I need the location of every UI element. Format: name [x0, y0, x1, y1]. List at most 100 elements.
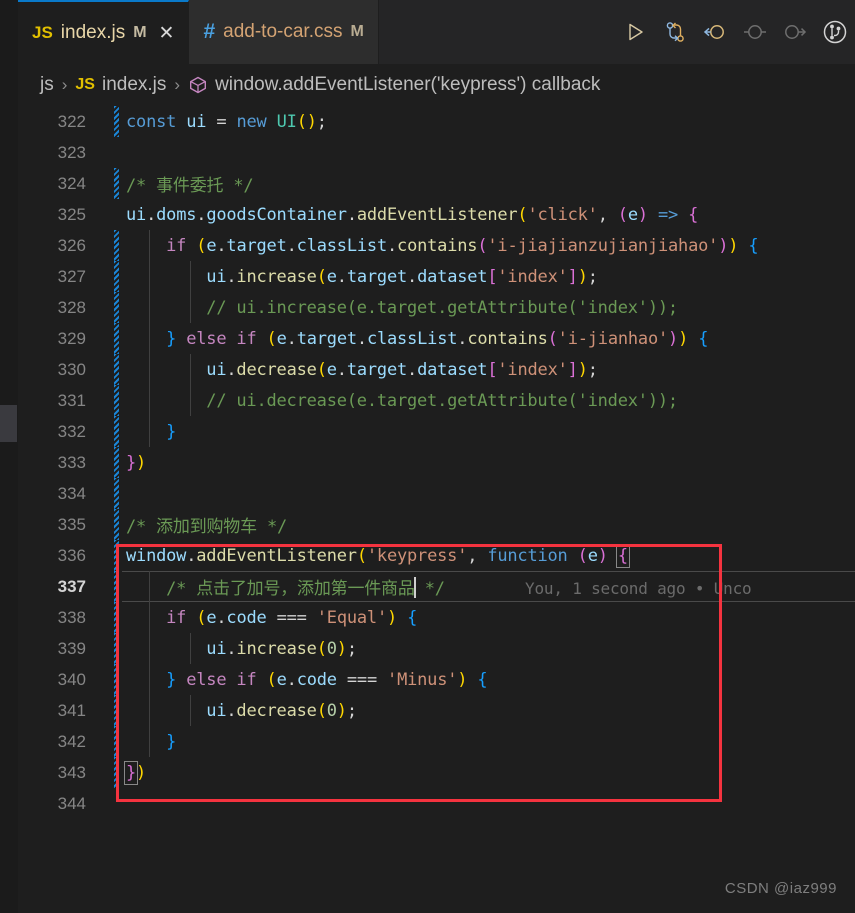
git-modified-marker	[114, 168, 119, 199]
tab-dirty-flag: M	[133, 24, 147, 41]
git-modified-marker	[114, 354, 119, 385]
line-number: 339	[57, 638, 86, 658]
code-text: window.addEventListener('keypress', func…	[126, 543, 630, 568]
git-modified-marker	[114, 664, 119, 695]
source-control-button[interactable]	[817, 14, 853, 50]
git-modified-marker	[114, 323, 119, 354]
line-number: 336	[57, 545, 86, 565]
code-text: }	[166, 421, 177, 442]
breadcrumb-item-folder[interactable]: js	[40, 74, 54, 96]
step-into-button[interactable]	[777, 14, 813, 50]
code-text: } else if (e.code === 'Minus') {	[166, 669, 488, 690]
watermark: CSDN @iaz999	[724, 880, 837, 897]
code-line[interactable]: 324 /* 事件委托 */	[18, 168, 855, 199]
line-number: 326	[57, 235, 86, 255]
code-line[interactable]: 338 if (e.code === 'Equal') {	[18, 602, 855, 633]
git-modified-marker	[114, 571, 119, 602]
line-number: 331	[57, 390, 86, 410]
code-line[interactable]: 331 // ui.decrease(e.target.getAttribute…	[18, 385, 855, 416]
git-blame-annotation: You, 1 second ago • Unco	[525, 579, 752, 598]
code-text: }	[166, 731, 177, 752]
code-text: ui.decrease(0);	[206, 700, 357, 721]
left-edge-strip	[0, 0, 18, 913]
code-text: ui.doms.goodsContainer.addEventListener(…	[126, 204, 699, 225]
breadcrumb-item-symbol[interactable]: window.addEventListener('keypress') call…	[215, 74, 600, 96]
code-text: ui.increase(e.target.dataset['index']);	[206, 266, 598, 287]
code-line[interactable]: 322 const ui = new UI();	[18, 106, 855, 137]
line-number: 343	[57, 762, 86, 782]
line-number: 340	[57, 669, 86, 689]
code-text: const ui = new UI();	[126, 111, 327, 132]
line-number: 327	[57, 266, 86, 286]
code-line[interactable]: 339 ui.increase(0);	[18, 633, 855, 664]
git-modified-marker	[114, 385, 119, 416]
code-text: if (e.code === 'Equal') {	[166, 607, 418, 628]
line-number: 333	[57, 452, 86, 472]
breadcrumb-item-file[interactable]: index.js	[102, 74, 166, 96]
line-number: 322	[57, 111, 86, 131]
vertical-scrollbar-thumb[interactable]	[0, 405, 17, 442]
code-text: } else if (e.target.classList.contains('…	[166, 328, 709, 349]
code-line[interactable]: 340 } else if (e.code === 'Minus') {	[18, 664, 855, 695]
line-number: 337	[57, 576, 86, 596]
git-modified-marker	[114, 230, 119, 261]
code-line[interactable]: 343 })	[18, 757, 855, 788]
run-and-debug-button[interactable]	[657, 14, 693, 50]
code-line[interactable]: 334	[18, 478, 855, 509]
close-icon[interactable]: ✕	[159, 24, 175, 43]
code-line[interactable]: 332 }	[18, 416, 855, 447]
symbol-function-icon	[188, 75, 208, 95]
code-line[interactable]: 333 })	[18, 447, 855, 478]
code-text: })	[123, 760, 147, 785]
code-text: /* 事件委托 */	[126, 176, 254, 196]
code-text: ui.decrease(e.target.dataset['index']);	[206, 359, 598, 380]
step-over-button[interactable]	[737, 14, 773, 50]
js-file-icon: JS	[32, 23, 53, 42]
code-text: /* 添加到购物车 */	[126, 517, 288, 537]
tab-index-js[interactable]: JS index.js M ✕	[18, 0, 190, 64]
code-text: })	[126, 452, 147, 473]
line-number: 341	[57, 700, 86, 720]
code-line[interactable]: 323	[18, 137, 855, 168]
tab-dirty-flag: M	[350, 23, 364, 40]
git-modified-marker	[114, 292, 119, 323]
code-line[interactable]: 329 } else if (e.target.classList.contai…	[18, 323, 855, 354]
line-number: 332	[57, 421, 86, 441]
git-modified-marker	[114, 757, 119, 788]
code-text: /* 点击了加号，添加第一件商品 */ You, 1 second ago • …	[126, 577, 752, 599]
code-text: // ui.increase(e.target.getAttribute('in…	[126, 297, 678, 318]
code-line[interactable]: 325 ui.doms.goodsContainer.addEventListe…	[18, 199, 855, 230]
line-number: 325	[57, 204, 86, 224]
git-modified-marker	[114, 726, 119, 757]
code-text: if (e.target.classList.contains('i-jiaji…	[166, 235, 759, 256]
code-line[interactable]: 342 }	[18, 726, 855, 757]
chevron-right-icon: ›	[174, 75, 181, 94]
code-line[interactable]: 336 window.addEventListener('keypress', …	[18, 540, 855, 571]
editor-tab-bar: JS index.js M ✕ # add-to-car.css M	[18, 0, 855, 64]
code-line[interactable]: 341 ui.decrease(0);	[18, 695, 855, 726]
code-line[interactable]: 326 if (e.target.classList.contains('i-j…	[18, 230, 855, 261]
code-line-current[interactable]: 337 /* 点击了加号，添加第一件商品 */ You, 1 second ag…	[18, 571, 855, 602]
git-modified-marker	[114, 106, 119, 137]
line-number: 328	[57, 297, 86, 317]
code-editor[interactable]: 322 const ui = new UI(); 323 324 /* 事件委托…	[18, 106, 855, 913]
line-number: 330	[57, 359, 86, 379]
git-modified-marker	[114, 478, 119, 509]
line-number: 344	[57, 793, 86, 813]
tab-label: add-to-car.css	[223, 21, 343, 42]
code-line[interactable]: 327 ui.increase(e.target.dataset['index'…	[18, 261, 855, 292]
tab-label: index.js	[60, 22, 126, 43]
step-back-button[interactable]	[697, 14, 733, 50]
editor-actions-toolbar	[617, 0, 855, 64]
line-number: 334	[57, 483, 86, 503]
line-number: 338	[57, 607, 86, 627]
chevron-right-icon: ›	[61, 75, 68, 94]
tab-add-to-car-css[interactable]: # add-to-car.css M	[189, 0, 379, 64]
line-number: 329	[57, 328, 86, 348]
run-button[interactable]	[617, 14, 653, 50]
code-line[interactable]: 335 /* 添加到购物车 */	[18, 509, 855, 540]
code-line[interactable]: 330 ui.decrease(e.target.dataset['index'…	[18, 354, 855, 385]
code-line[interactable]: 344	[18, 788, 855, 819]
code-line[interactable]: 328 // ui.increase(e.target.getAttribute…	[18, 292, 855, 323]
line-number: 342	[57, 731, 86, 751]
